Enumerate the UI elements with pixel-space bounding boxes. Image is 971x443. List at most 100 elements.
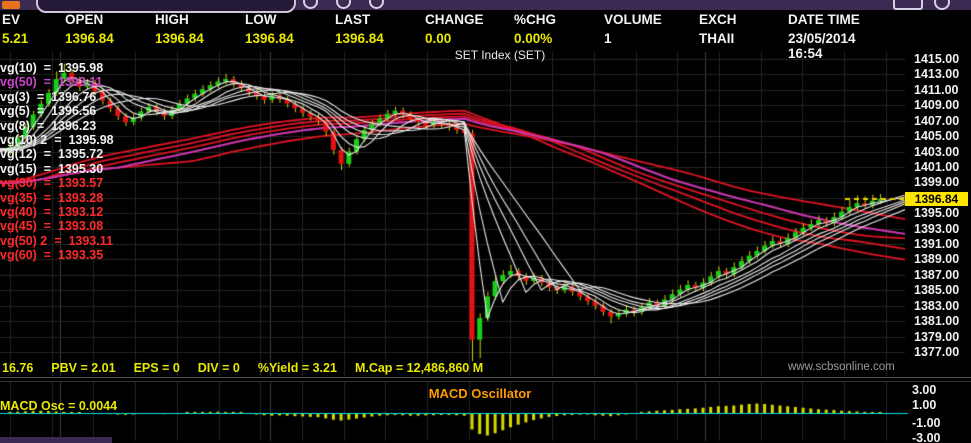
pane-separator-inner [0, 381, 971, 382]
equals-sign: = [36, 190, 59, 205]
ma-value: 1395.98 [58, 61, 104, 75]
ma-legend-row: vg(5) = 1396.56 [0, 104, 96, 118]
ma-value: 1395.98 [68, 133, 114, 147]
equals-sign: = [36, 61, 59, 75]
ma-name: vg(8) [0, 118, 30, 133]
stat-item: %Yield = 3.21 [257, 361, 337, 375]
ma-value: 1393.11 [68, 233, 113, 248]
taskbar-fragment [0, 437, 112, 443]
macd-tick: -3.00 [912, 430, 941, 443]
ma-value: 1396.56 [51, 104, 97, 119]
ma-value: 1395.72 [58, 147, 104, 162]
equals-sign: = [36, 161, 59, 176]
stat-item: EPS = 0 [133, 361, 180, 375]
window-control-icon[interactable] [893, 0, 923, 10]
equals-sign: = [36, 205, 59, 219]
equals-sign: = [36, 219, 59, 234]
ma-legend-row: vg(50) 2 = 1393.11 [0, 234, 113, 248]
ma-name: vg(10) [0, 61, 37, 75]
ma-legend-row: vg(3) = 1396.76 [0, 90, 96, 104]
price-tick: 1387.00 [914, 267, 960, 282]
toolbar-icon-2[interactable] [336, 0, 351, 9]
price-tick: 1415.00 [914, 52, 960, 66]
address-bar[interactable] [36, 0, 296, 13]
stat-item: M.Cap = 12,486,860 M [354, 361, 484, 375]
ma-legend-row: vg(30) = 1393.57 [0, 176, 103, 190]
ma-legend-row: vg(45) = 1393.08 [0, 219, 103, 233]
equals-sign: = [47, 233, 69, 248]
price-tick: 1413.00 [914, 67, 960, 82]
ma-value: 1393.12 [58, 205, 104, 219]
ma-name: vg(60) [0, 248, 37, 263]
toolbar-icon-1[interactable] [303, 0, 318, 9]
ma-value: 1393.08 [58, 219, 104, 234]
price-tick: 1383.00 [914, 298, 960, 313]
watermark: www.scbsonline.com [788, 361, 895, 373]
ma-legend-row: vg(50) = 1393.11 [0, 75, 103, 89]
price-tick: 1377.00 [914, 344, 960, 359]
ma-legend-row: vg(10) 2 = 1395.98 [0, 133, 114, 147]
equals-sign: = [36, 248, 59, 263]
ma-value: 1396.23 [51, 118, 97, 133]
toolbar-icon-3[interactable] [369, 0, 384, 9]
ma-name: vg(45) [0, 219, 37, 234]
stat-item: 16.76 [2, 361, 34, 375]
ma-name: vg(30) [0, 176, 37, 191]
equals-sign: = [29, 104, 52, 119]
ma-value: 1393.28 [58, 190, 104, 205]
macd-pane-title: MACD Oscillator [428, 386, 532, 401]
ma-legend-row: vg(10) = 1395.98 [0, 61, 103, 75]
trading-terminal: EV5.21OPEN1396.84HIGH1396.84LOW1396.84LA… [0, 0, 971, 443]
ma-legend-row: vg(60) = 1393.35 [0, 248, 103, 262]
ma-legend-row: vg(40) = 1393.12 [0, 205, 103, 219]
menu-icon[interactable] [934, 0, 950, 10]
ma-value: 1395.30 [58, 161, 104, 176]
price-tick: 1399.00 [914, 175, 960, 190]
ma-name: vg(12) [0, 147, 37, 162]
ma-value: 1393.57 [58, 176, 104, 191]
chart-title: SET Index (SET) [454, 48, 546, 62]
ma-name: vg(3) [0, 89, 30, 104]
ma-value: 1393.11 [58, 75, 103, 90]
price-tick: 1385.00 [914, 283, 960, 298]
ma-value: 1396.76 [51, 89, 97, 104]
price-tick: 1391.00 [914, 237, 960, 252]
price-tick: 1411.00 [914, 82, 959, 97]
price-tick: 1403.00 [914, 144, 960, 159]
ma-name: vg(35) [0, 190, 37, 205]
macd-tick: 3.00 [912, 382, 937, 397]
equals-sign: = [29, 118, 52, 133]
ma-value: 1393.35 [58, 248, 104, 263]
equals-sign: = [36, 176, 59, 191]
ma-legend-row: vg(12) = 1395.72 [0, 147, 103, 161]
price-tick: 1379.00 [914, 329, 960, 344]
price-tick: 1409.00 [914, 98, 960, 113]
stat-item: PBV = 2.01 [51, 361, 116, 375]
ma-name: vg(50) [0, 75, 37, 90]
ma-name: vg(50) 2 [0, 233, 48, 248]
price-tick: 1393.00 [914, 221, 960, 236]
ma-legend-row: vg(15) = 1395.30 [0, 162, 103, 176]
macd-tick: -1.00 [912, 415, 941, 430]
ma-name: vg(40) [0, 205, 37, 219]
app-logo-icon[interactable] [2, 1, 20, 9]
ma-name: vg(10) 2 [0, 133, 48, 147]
last-price-badge: 1396.84 [905, 192, 968, 206]
price-tick: 1381.00 [914, 314, 960, 329]
ma-name: vg(5) [0, 104, 30, 119]
price-tick: 1407.00 [914, 113, 960, 128]
macd-tick: 1.00 [912, 397, 937, 412]
price-tick: 1401.00 [914, 159, 960, 174]
pane-separator [0, 377, 971, 378]
price-tick: 1395.00 [914, 206, 960, 221]
equals-sign: = [47, 133, 69, 147]
price-tick: 1405.00 [914, 129, 960, 144]
ma-name: vg(15) [0, 161, 37, 176]
macd-value-label: MACD Osc = 0.0044 [0, 399, 118, 413]
ma-legend-row: vg(8) = 1396.23 [0, 119, 96, 133]
browser-topbar [0, 0, 971, 13]
equals-sign: = [36, 75, 59, 90]
equals-sign: = [36, 147, 59, 162]
equals-sign: = [29, 89, 52, 104]
ma-legend-row: vg(35) = 1393.28 [0, 191, 103, 205]
